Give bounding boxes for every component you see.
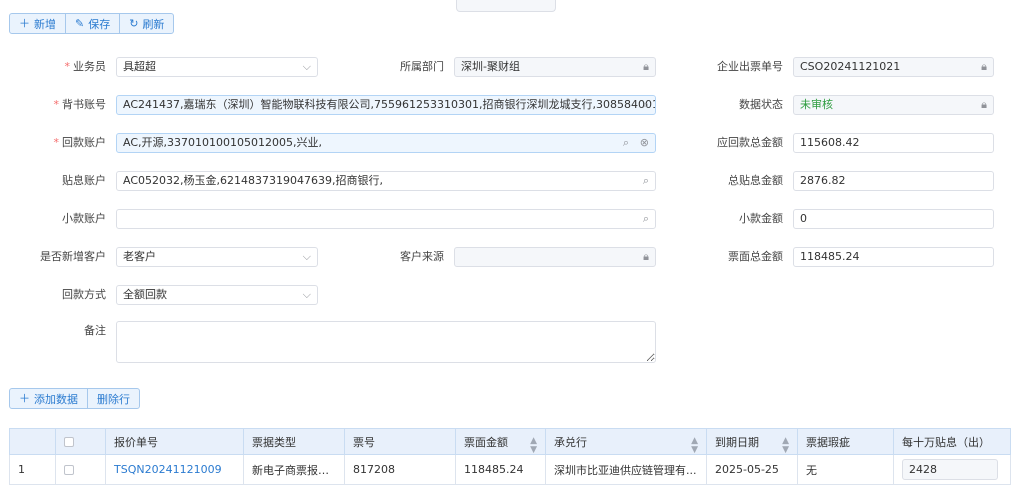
search-icon[interactable]: ⌕ [643,172,649,190]
clear-icon[interactable]: ⊗ [640,134,649,152]
chevron-down-icon: ⌵ [302,288,311,301]
search-icon[interactable]: ⌕ [643,96,649,114]
discount-total-label: 总贴息金额 [728,174,783,187]
quote-table: 报价单号 票据类型 票号 票面金额 ▲ ▼ 承兑行 ▲ ▼ 到期日期 ▲ ▼ 票据瑕疵 每十… [9,428,1011,485]
header-per-100k[interactable]: 每十万贴息（出） [893,428,1011,455]
sort-icon[interactable]: ▲ ▼ [691,437,698,455]
remark-textarea[interactable] [116,321,656,363]
return-account-label: * 回款账户 [53,136,107,149]
data-status-label: 数据状态 [739,98,783,111]
new-customer-select[interactable]: 老客户 ⌵ [116,247,318,267]
chevron-down-icon: ⌵ [302,60,311,73]
table-row[interactable]: 1 TSQN20241121009 新电子商票报价单 817208 118485… [9,454,1011,485]
discount-account-label: 贴息账户 [62,174,106,187]
per-100k-input[interactable]: 2428 [902,459,998,480]
cell-acceptor: 深圳市比亚迪供应链管理有... [545,454,707,485]
header-index [9,428,56,455]
small-account-label: 小款账户 [62,212,106,225]
refresh-button[interactable]: ↻ 刷新 [119,13,175,34]
plus-icon: ＋ [19,392,30,405]
header-type[interactable]: 票据类型 [243,428,345,455]
row-index: 1 [9,454,56,485]
face-total-label: 票面总金额 [728,250,783,263]
header-quote-no[interactable]: 报价单号 [105,428,244,455]
header-due-date[interactable]: 到期日期 ▲ ▼ [706,428,798,455]
new-customer-label: 是否新增客户 [40,250,106,263]
receivable-total-label: 应回款总金额 [717,136,783,149]
return-method-select[interactable]: 全额回款 ⌵ [116,285,318,305]
chevron-down-icon: ⌵ [302,250,311,263]
lock-icon: 🔒︎ [981,60,987,73]
remark-label: 备注 [84,324,106,337]
header-amount[interactable]: 票面金额 ▲ ▼ [455,428,546,455]
lock-icon: 🔒︎ [981,98,987,111]
search-icon[interactable]: ⌕ [623,134,629,152]
cell-amount: 118485.24 [455,454,546,485]
lock-icon: 🔒︎ [643,250,649,263]
row-select[interactable] [55,454,106,485]
salesman-label: * 业务员 [64,60,107,73]
discount-account-field[interactable]: AC052032,杨玉金,6214837319047639,招商银行, ⌕ [116,171,656,191]
cell-due-date: 2025-05-25 [706,454,798,485]
return-account-field[interactable]: AC,开源,337010100105012005,兴业, ⌕ ⊗ [116,133,656,153]
data-status-field: 未审核 🔒︎ [793,95,994,115]
small-account-field[interactable]: ⌕ [116,209,656,229]
cell-per-100k[interactable]: 2428 [893,454,1011,485]
save-button[interactable]: ✎ 保存 [65,13,121,34]
delete-row-button[interactable]: 删除行 [87,388,140,409]
header-acceptor[interactable]: 承兑行 ▲ ▼ [545,428,707,455]
main-toolbar: ＋新增 ✎ 保存 ↻ 刷新 [9,13,175,34]
header-ticket-no[interactable]: 票号 [344,428,456,455]
return-method-label: 回款方式 [62,288,106,301]
department-label: 所属部门 [400,60,444,73]
small-amount-label: 小款金额 [739,212,783,225]
sort-icon[interactable]: ▲ ▼ [530,437,537,455]
endorse-account-label: * 背书账号 [53,98,107,111]
small-amount-field[interactable]: 0 [793,209,994,229]
department-field: 深圳-聚财组 🔒︎ [454,57,656,77]
salesman-select[interactable]: 具超超 ⌵ [116,57,318,77]
search-icon[interactable]: ⌕ [643,210,649,228]
select-all-checkbox[interactable] [64,437,74,447]
top-tab-handle[interactable] [456,0,556,12]
header-select-all[interactable] [55,428,106,455]
invoice-no-label: 企业出票单号 [717,60,783,73]
receivable-total-field[interactable]: 115608.42 [793,133,994,153]
header-defect[interactable]: 票据瑕疵 [797,428,894,455]
lock-icon: 🔒︎ [643,60,649,73]
cell-ticket-no: 817208 [344,454,456,485]
invoice-no-field: CSO20241121021 🔒︎ [793,57,994,77]
add-data-button[interactable]: ＋添加数据 [9,388,88,409]
sort-icon[interactable]: ▲ ▼ [782,437,789,455]
cell-defect: 无 [797,454,894,485]
edit-icon: ✎ [75,17,85,30]
table-header-row: 报价单号 票据类型 票号 票面金额 ▲ ▼ 承兑行 ▲ ▼ 到期日期 ▲ ▼ 票据瑕疵 每十… [9,428,1011,455]
plus-icon: ＋ [19,17,30,30]
grid-toolbar: ＋添加数据 删除行 [9,388,140,409]
cell-quote-no[interactable]: TSQN20241121009 [105,454,244,485]
refresh-icon: ↻ [129,17,139,30]
customer-source-field: 🔒︎ [454,247,656,267]
add-button[interactable]: ＋新增 [9,13,66,34]
discount-total-field[interactable]: 2876.82 [793,171,994,191]
row-checkbox[interactable] [64,465,74,475]
endorse-account-field[interactable]: AC241437,嘉瑞东（深圳）智能物联科技有限公司,7559612533103… [116,95,656,115]
cell-type: 新电子商票报价单 [243,454,345,485]
customer-source-label: 客户来源 [400,250,444,263]
face-total-field[interactable]: 118485.24 [793,247,994,267]
